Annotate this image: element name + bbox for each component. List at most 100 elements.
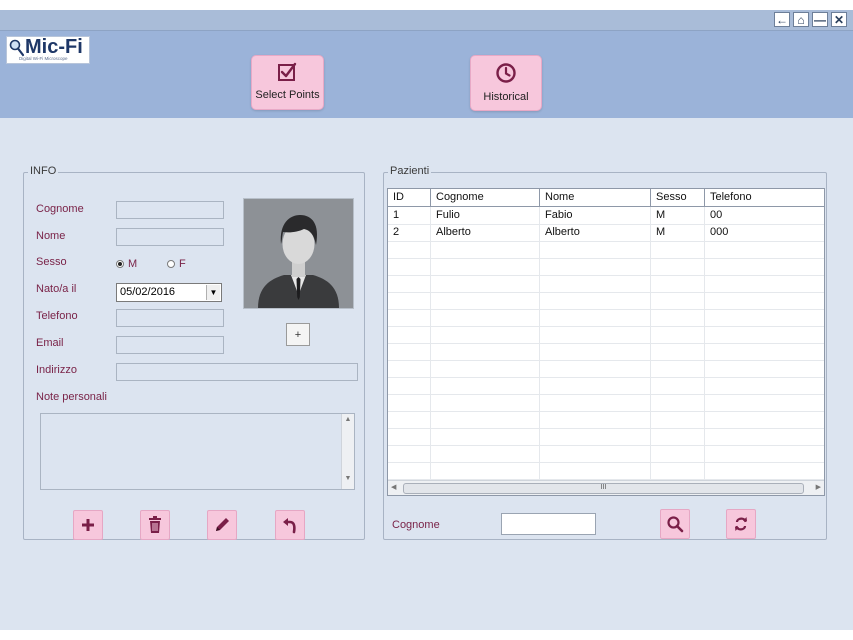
table-cell — [540, 428, 651, 445]
birthdate-picker[interactable]: 05/02/2016 ▼ — [116, 283, 222, 302]
empty-table-row — [388, 394, 824, 412]
app-logo: Mic-Fi Digital Wi-Fi Microscope — [6, 36, 90, 64]
empty-table-row — [388, 462, 824, 480]
table-cell — [540, 462, 651, 479]
table-cell — [540, 445, 651, 462]
table-cell — [705, 360, 824, 377]
scroll-left-icon[interactable]: ◀ — [391, 483, 396, 491]
table-cell — [651, 411, 705, 428]
nome-field[interactable] — [116, 228, 224, 246]
table-cell — [388, 411, 431, 428]
column-header-sesso[interactable]: Sesso — [651, 189, 705, 206]
table-cell — [540, 309, 651, 326]
minimize-icon[interactable]: — — [812, 12, 828, 27]
table-cell: 000 — [710, 226, 729, 238]
app-window: ← ⌂ — ✕ Mic-Fi Digital Wi-Fi Microscope … — [0, 10, 853, 630]
column-header-id[interactable]: ID — [388, 189, 431, 206]
column-header-nome[interactable]: Nome — [540, 189, 651, 206]
empty-table-row — [388, 292, 824, 310]
table-cell — [431, 258, 540, 275]
scroll-thumb[interactable]: III — [403, 483, 804, 494]
nato-label: Nato/a il — [36, 283, 77, 295]
clock-icon — [496, 63, 516, 83]
table-cell — [388, 258, 431, 275]
close-icon[interactable]: ✕ — [831, 12, 847, 27]
empty-table-row — [388, 309, 824, 327]
table-cell — [651, 275, 705, 292]
refresh-button[interactable] — [726, 509, 756, 539]
table-cell — [705, 241, 824, 258]
table-cell — [651, 343, 705, 360]
table-cell — [388, 343, 431, 360]
back-icon[interactable]: ← — [774, 12, 790, 27]
table-cell — [651, 258, 705, 275]
column-header-telefono[interactable]: Telefono — [705, 189, 824, 206]
table-cell — [705, 343, 824, 360]
empty-table-row — [388, 241, 824, 259]
table-cell — [431, 343, 540, 360]
delete-patient-button[interactable] — [140, 510, 170, 540]
chevron-down-icon[interactable]: ▼ — [206, 285, 220, 300]
select-points-button[interactable]: Select Points — [251, 55, 324, 110]
table-cell — [651, 241, 705, 258]
cognome-label: Cognome — [36, 203, 84, 215]
scroll-right-icon[interactable]: ▶ — [816, 483, 821, 491]
notes-scrollbar[interactable]: ▲ ▼ — [341, 414, 354, 489]
home-icon[interactable]: ⌂ — [793, 12, 809, 27]
table-cell: M — [651, 224, 705, 241]
table-cell — [431, 326, 540, 343]
sesso-f-radio[interactable]: F — [167, 258, 186, 270]
table-cell — [651, 462, 705, 479]
table-cell — [388, 309, 431, 326]
table-cell — [705, 326, 824, 343]
empty-table-row — [388, 343, 824, 361]
table-hscrollbar[interactable]: ◀ III ▶ — [388, 480, 824, 495]
cognome-field[interactable] — [116, 201, 224, 219]
edit-patient-button[interactable] — [207, 510, 237, 540]
table-row[interactable]: 2 Alberto Alberto M 000 — [388, 224, 824, 242]
empty-table-row — [388, 428, 824, 446]
plus-icon — [82, 519, 94, 531]
email-label: Email — [36, 337, 64, 349]
email-field[interactable] — [116, 336, 224, 354]
sesso-m-radio[interactable]: M — [116, 258, 137, 270]
table-cell — [651, 445, 705, 462]
table-cell — [705, 275, 824, 292]
scroll-down-icon[interactable]: ▼ — [342, 475, 354, 487]
table-cell — [388, 394, 431, 411]
table-cell — [540, 275, 651, 292]
table-cell — [705, 394, 824, 411]
radio-empty-icon — [167, 260, 175, 268]
table-cell — [705, 377, 824, 394]
pencil-icon — [216, 518, 229, 531]
search-cognome-label: Cognome — [392, 519, 440, 531]
telefono-field[interactable] — [116, 309, 224, 327]
add-photo-button[interactable]: + — [286, 323, 310, 346]
search-button[interactable] — [660, 509, 690, 539]
magnifier-logo-icon — [9, 39, 25, 57]
table-cell — [431, 411, 540, 428]
table-cell — [388, 445, 431, 462]
note-textarea[interactable]: ▲ ▼ — [40, 413, 355, 490]
table-cell — [540, 258, 651, 275]
table-cell — [431, 377, 540, 394]
table-cell: Fabio — [540, 207, 651, 224]
table-cell — [705, 428, 824, 445]
historical-button[interactable]: Historical — [470, 55, 542, 111]
pazienti-legend: Pazienti — [388, 165, 432, 177]
table-cell — [540, 241, 651, 258]
table-cell — [540, 326, 651, 343]
empty-table-row — [388, 258, 824, 276]
table-cell: Alberto — [431, 224, 540, 241]
indirizzo-field[interactable] — [116, 363, 358, 381]
column-header-cognome[interactable]: Cognome — [431, 189, 540, 206]
add-patient-button[interactable] — [73, 510, 103, 540]
undo-button[interactable] — [275, 510, 305, 540]
scroll-up-icon[interactable]: ▲ — [342, 416, 354, 428]
table-cell: 00 — [710, 209, 723, 221]
search-input[interactable] — [501, 513, 596, 535]
table-cell — [651, 377, 705, 394]
table-cell — [540, 292, 651, 309]
table-row[interactable]: 1 Fulio Fabio M 00 — [388, 207, 824, 225]
table-cell — [388, 428, 431, 445]
